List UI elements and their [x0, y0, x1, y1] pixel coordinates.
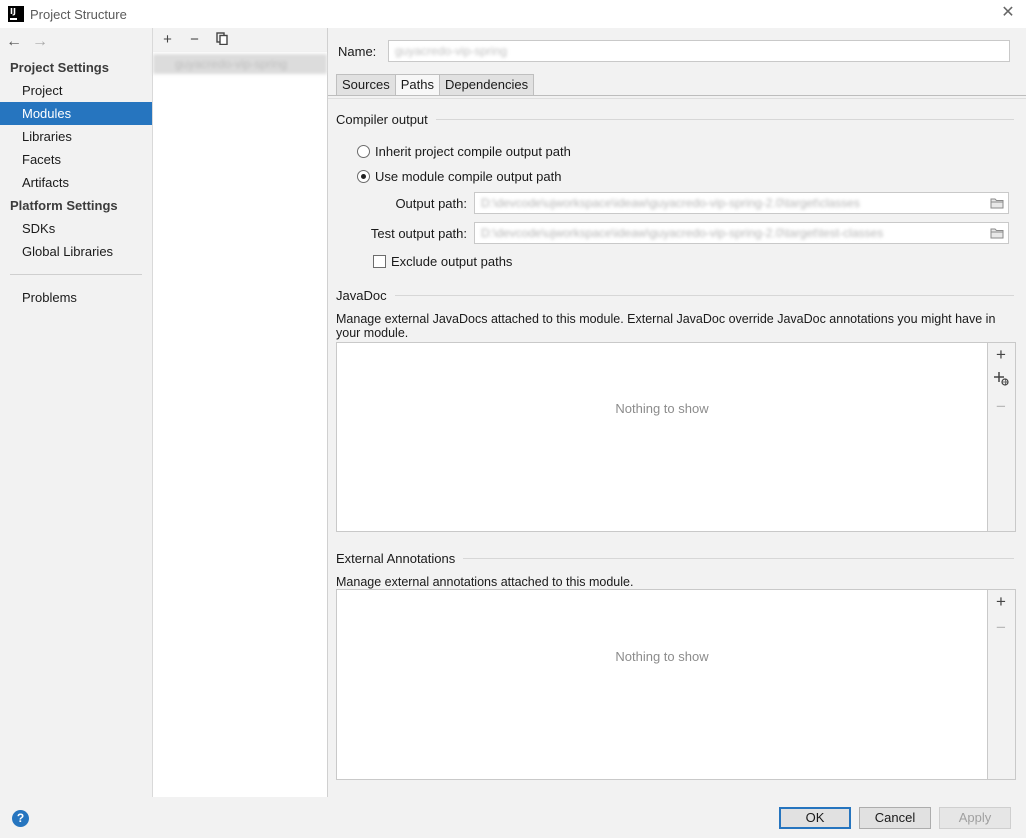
sidebar-item-sdks[interactable]: SDKs [0, 217, 152, 240]
output-path-label: Output path: [395, 195, 467, 211]
sidebar-item-project[interactable]: Project [0, 79, 152, 102]
radio-button-checked[interactable] [357, 170, 370, 183]
back-arrow-icon[interactable]: ← [6, 33, 22, 51]
remove-javadoc-button[interactable]: − [988, 395, 1014, 421]
use-module-output-label: Use module compile output path [375, 169, 562, 184]
module-name-value: guyacredo-vip-spring [395, 44, 508, 58]
project-settings-header: Project Settings [10, 60, 109, 75]
compiler-output-group: Compiler output [336, 112, 1014, 127]
sidebar-divider [10, 274, 142, 275]
settings-sidebar: ← → Project Settings Project Modules Lib… [0, 28, 153, 797]
module-list-item[interactable]: guyacredo-vip-spring [153, 54, 327, 74]
module-toolbar: + − [153, 28, 327, 52]
output-path-field[interactable]: D:\devcode\ujworkspace\ideaw\guyacredo-v… [474, 192, 1009, 214]
sidebar-item-artifacts[interactable]: Artifacts [0, 171, 152, 194]
remove-annotation-button[interactable]: − [988, 616, 1014, 642]
javadoc-list[interactable]: Nothing to show [336, 342, 988, 532]
exclude-output-checkbox-row[interactable]: Exclude output paths [373, 254, 512, 269]
ok-button[interactable]: OK [779, 807, 851, 829]
javadoc-description: Manage external JavaDocs attached to thi… [336, 312, 996, 340]
apply-button[interactable]: Apply [939, 807, 1011, 829]
close-icon[interactable]: ✕ [1000, 5, 1016, 21]
module-settings-panel: Name: guyacredo-vip-spring Sources Paths… [328, 28, 1026, 797]
tab-paths[interactable]: Paths [394, 74, 440, 95]
remove-module-button[interactable]: − [188, 32, 201, 48]
tab-sources[interactable]: Sources [336, 74, 396, 95]
inherit-output-label: Inherit project compile output path [375, 144, 571, 159]
compiler-output-title: Compiler output [336, 112, 428, 127]
module-tabs: Sources Paths Dependencies [336, 74, 535, 95]
inherit-output-radio[interactable]: Inherit project compile output path [357, 144, 571, 159]
external-annotations-list[interactable]: Nothing to show [336, 589, 988, 780]
group-rule [394, 295, 1014, 296]
tab-dependencies[interactable]: Dependencies [438, 74, 535, 95]
module-name: guyacredo-vip-spring [175, 57, 288, 71]
javadoc-list-toolbar: + − [988, 342, 1016, 532]
nav-arrows: ← → [0, 28, 152, 56]
add-javadoc-button[interactable]: + [988, 343, 1014, 369]
sidebar-item-facets[interactable]: Facets [0, 148, 152, 171]
name-row: Name: guyacredo-vip-spring [338, 40, 1010, 62]
add-url-icon [994, 372, 1009, 386]
window-title: Project Structure [30, 6, 127, 22]
name-label: Name: [338, 43, 377, 59]
add-module-button[interactable]: + [161, 32, 174, 48]
copy-icon[interactable] [215, 31, 228, 49]
exclude-output-label: Exclude output paths [391, 254, 513, 269]
sidebar-item-modules[interactable]: Modules [0, 102, 152, 125]
external-annotations-description: Manage external annotations attached to … [336, 575, 634, 589]
sidebar-item-problems[interactable]: Problems [0, 286, 152, 309]
external-annotations-toolbar: + − [988, 589, 1016, 780]
test-output-path-label: Test output path: [370, 225, 467, 241]
javadoc-title: JavaDoc [336, 288, 387, 303]
tab-divider [328, 95, 1026, 96]
forward-arrow-icon[interactable]: → [32, 33, 48, 51]
group-rule [435, 119, 1014, 120]
folder-icon[interactable] [990, 197, 1004, 209]
group-rule [463, 558, 1014, 559]
help-icon[interactable]: ? [12, 810, 29, 827]
specify-javadoc-url-button[interactable] [988, 369, 1014, 395]
external-annotations-group: External Annotations [336, 551, 1014, 566]
tab-divider-shadow [328, 98, 1026, 99]
javadoc-empty-text: Nothing to show [615, 401, 709, 416]
folder-icon[interactable] [990, 227, 1004, 239]
add-annotation-button[interactable]: + [988, 590, 1014, 616]
output-path-row: Output path: D:\devcode\ujworkspace\idea… [328, 192, 1009, 214]
javadoc-group: JavaDoc [336, 288, 1014, 303]
exclude-output-checkbox[interactable] [373, 255, 386, 268]
platform-settings-header: Platform Settings [10, 198, 118, 213]
test-output-path-row: Test output path: D:\devcode\ujworkspace… [328, 222, 1009, 244]
output-path-value: D:\devcode\ujworkspace\ideaw\guyacredo-v… [481, 196, 860, 210]
module-name-field[interactable]: guyacredo-vip-spring [388, 40, 1010, 62]
external-annotations-title: External Annotations [336, 551, 456, 566]
sidebar-item-libraries[interactable]: Libraries [0, 125, 152, 148]
title-bar: IJ Project Structure ✕ [0, 0, 1026, 28]
cancel-button[interactable]: Cancel [859, 807, 931, 829]
test-output-path-field[interactable]: D:\devcode\ujworkspace\ideaw\guyacredo-v… [474, 222, 1009, 244]
dialog-footer: ? OK Cancel Apply [0, 797, 1026, 838]
intellij-app-icon: IJ [8, 6, 24, 22]
test-output-path-value: D:\devcode\ujworkspace\ideaw\guyacredo-v… [481, 226, 884, 240]
module-list-panel: + − guyacredo-vip-spring [153, 28, 328, 797]
use-module-output-radio[interactable]: Use module compile output path [357, 169, 561, 184]
external-annotations-empty-text: Nothing to show [615, 649, 709, 664]
sidebar-item-global-libraries[interactable]: Global Libraries [0, 240, 152, 263]
radio-button[interactable] [357, 145, 370, 158]
